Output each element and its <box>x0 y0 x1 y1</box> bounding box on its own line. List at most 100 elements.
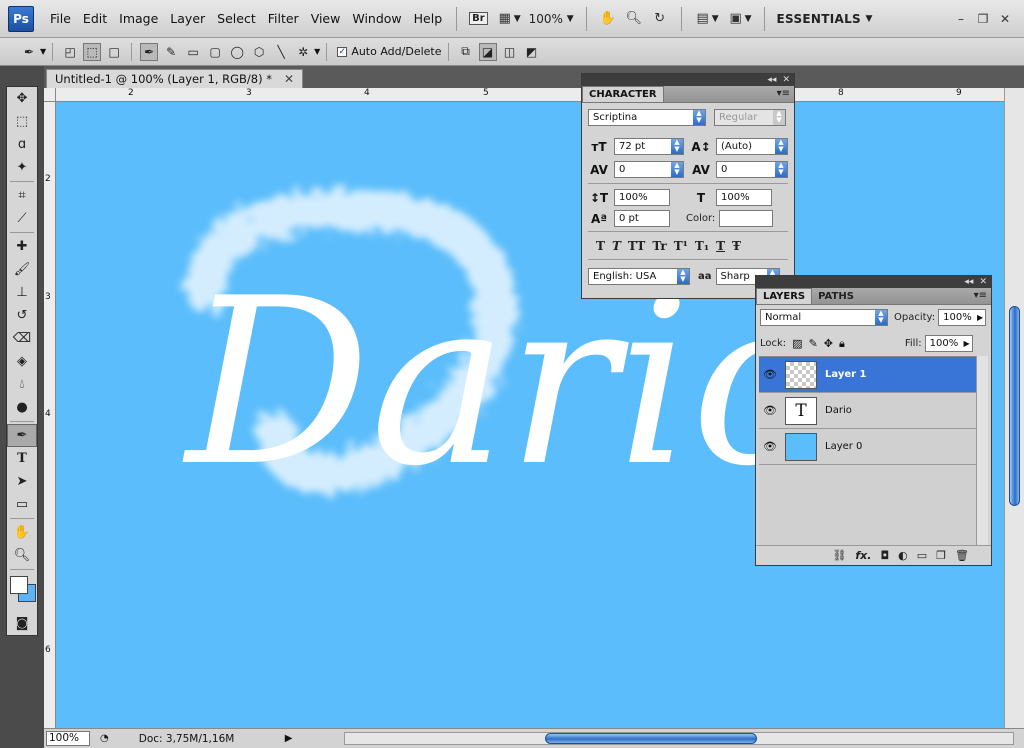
tab-layers[interactable]: LAYERS <box>756 288 813 304</box>
screen-mode-button[interactable]: ▣ ▼ <box>723 8 756 30</box>
path-selection-icon[interactable]: ➤ <box>7 470 37 493</box>
font-size-field[interactable]: 72 pt ▲ ▼ <box>614 138 684 155</box>
superscript-button[interactable]: T¹ <box>674 239 688 253</box>
eye-icon[interactable]: 👁︎ <box>759 440 781 453</box>
panel-menu-icon[interactable]: ▾≡ <box>974 290 987 301</box>
type-tool-icon[interactable]: T <box>7 447 37 470</box>
status-menu-arrow-icon[interactable]: ▶ <box>285 733 293 744</box>
history-brush-icon[interactable]: ↺ <box>7 304 37 327</box>
faux-italic-button[interactable]: T <box>612 239 621 253</box>
line-icon[interactable]: ╲ <box>272 43 290 61</box>
chevron-down-icon[interactable]: ▼ <box>314 47 320 56</box>
vertical-scroll-thumb[interactable] <box>1009 306 1020 506</box>
crop-tool-icon[interactable]: ⌗ <box>7 184 37 207</box>
layer-row-dario[interactable]: 👁︎ T Dario <box>759 393 978 429</box>
opacity-field[interactable]: 100% ▶ <box>938 309 987 326</box>
workspace-switcher[interactable]: ESSENTIALS ▼ <box>773 8 877 30</box>
faux-bold-button[interactable]: T <box>596 239 605 253</box>
eraser-icon[interactable]: ⌫ <box>7 327 37 350</box>
collapse-icon[interactable]: ◂◂ <box>767 75 776 85</box>
close-icon[interactable]: ✕ <box>979 277 987 287</box>
lasso-tool-icon[interactable]: ɑ <box>7 133 37 156</box>
clone-stamp-icon[interactable]: ⊥ <box>7 281 37 304</box>
intersect-path-icon[interactable]: ◫ <box>501 43 519 61</box>
foreground-color-swatch[interactable] <box>10 576 28 594</box>
dodge-tool-icon[interactable]: ● <box>7 396 37 419</box>
pen-tool-icon[interactable]: ✒ <box>7 424 37 447</box>
hand-tool-button[interactable]: ✋ <box>595 8 621 30</box>
new-group-folder-icon[interactable]: ▭ <box>917 549 927 562</box>
strikethrough-button[interactable]: Ŧ <box>732 239 741 253</box>
menu-filter[interactable]: Filter <box>262 11 305 26</box>
status-preview-icon[interactable]: ◔ <box>100 733 109 744</box>
restore-button[interactable]: ❐ <box>972 12 994 26</box>
rectangle-icon[interactable]: ▭ <box>184 43 202 61</box>
menu-window[interactable]: Window <box>346 11 407 26</box>
quick-mask-icon[interactable]: ◙ <box>7 612 37 635</box>
move-tool-icon[interactable]: ✥ <box>7 87 37 110</box>
close-window-button[interactable]: ✕ <box>994 12 1016 26</box>
close-icon[interactable]: ✕ <box>782 75 790 85</box>
subtract-path-icon[interactable]: ◪ <box>478 42 497 61</box>
menu-edit[interactable]: Edit <box>77 11 113 26</box>
bridge-button[interactable]: Br <box>465 8 492 30</box>
eyedropper-icon[interactable]: ⟋ <box>7 207 37 230</box>
link-layers-icon[interactable]: ⛓ <box>832 549 846 562</box>
view-extras-button[interactable]: ▦ ▼ <box>492 8 525 30</box>
add-to-path-icon[interactable]: ⧉ <box>457 43 475 61</box>
small-caps-button[interactable]: Tr <box>652 239 666 253</box>
adjustment-layer-icon[interactable]: ◐ <box>898 549 908 562</box>
tracking-field[interactable]: 0 ▲ ▼ <box>716 161 788 178</box>
ellipse-icon[interactable]: ◯ <box>228 43 246 61</box>
vertical-scale-field[interactable]: 100% <box>614 189 670 206</box>
paths-mode-icon[interactable]: ⬚ <box>83 42 102 61</box>
leading-field[interactable]: (Auto) ▲ ▼ <box>716 138 788 155</box>
rounded-rectangle-icon[interactable]: ▢ <box>206 43 224 61</box>
new-layer-icon[interactable]: ❐ <box>936 549 946 562</box>
lock-position-icon[interactable]: ✥ <box>824 337 833 350</box>
auto-add-delete-checkbox[interactable]: ✓ Auto Add/Delete <box>337 45 442 58</box>
chevron-down-icon[interactable]: ▼ <box>40 47 46 56</box>
ruler-origin[interactable] <box>44 88 56 102</box>
minimize-button[interactable]: – <box>950 12 972 26</box>
collapse-icon[interactable]: ◂◂ <box>964 277 973 287</box>
arrange-documents-button[interactable]: ▤ ▼ <box>690 8 723 30</box>
shape-layers-icon[interactable]: ◰ <box>61 43 79 61</box>
tab-character[interactable]: CHARACTER <box>582 86 664 102</box>
lock-all-icon[interactable]: 🔒︎ <box>839 337 845 351</box>
kerning-field[interactable]: 0 ▲ ▼ <box>614 161 684 178</box>
fx-icon[interactable]: fx. <box>855 549 871 562</box>
menu-image[interactable]: Image <box>113 11 164 26</box>
magic-wand-icon[interactable]: ✦ <box>7 156 37 179</box>
horizontal-scroll-thumb[interactable] <box>545 733 757 744</box>
layers-scrollbar[interactable] <box>976 356 988 546</box>
eye-icon[interactable]: 👁︎ <box>759 368 781 381</box>
menu-view[interactable]: View <box>305 11 347 26</box>
font-style-select[interactable]: Regular ▲ ▼ <box>714 109 786 126</box>
lock-transparency-icon[interactable]: ▨ <box>792 337 802 350</box>
slider-arrow-icon[interactable]: ▶ <box>963 336 969 351</box>
healing-brush-icon[interactable]: ✚ <box>7 235 37 258</box>
paint-bucket-icon[interactable]: ◈ <box>7 350 37 373</box>
vertical-scrollbar[interactable] <box>1004 88 1024 728</box>
panel-menu-icon[interactable]: ▾≡ <box>777 88 790 99</box>
add-mask-icon[interactable]: ◘ <box>880 549 889 562</box>
fill-field[interactable]: 100% ▶ <box>924 335 973 352</box>
all-caps-button[interactable]: TT <box>628 239 645 253</box>
tab-paths[interactable]: PATHS <box>812 288 860 304</box>
trash-icon[interactable]: 🗑︎ <box>955 549 969 562</box>
brush-tool-icon[interactable]: 🖌︎ <box>7 258 37 281</box>
slider-arrow-icon[interactable]: ▶ <box>977 310 983 325</box>
underline-button[interactable]: T <box>716 239 725 253</box>
pen-tool-preset-icon[interactable]: ✒ <box>20 43 38 61</box>
blend-mode-select[interactable]: Normal ▲ ▼ <box>760 309 888 326</box>
zoom-tool-button[interactable]: 🔍︎ <box>621 8 647 30</box>
layer-row-layer-0[interactable]: 👁︎ Layer 0 <box>759 429 978 465</box>
document-tab[interactable]: Untitled-1 @ 100% (Layer 1, RGB/8) * ✕ <box>46 69 304 88</box>
horizontal-scrollbar[interactable] <box>344 732 1014 745</box>
freeform-pen-icon[interactable]: ✎ <box>162 43 180 61</box>
menu-help[interactable]: Help <box>408 11 449 26</box>
rotate-view-button[interactable]: ↻ <box>647 8 673 30</box>
font-family-select[interactable]: Scriptina ▲ ▼ <box>588 109 706 126</box>
polygon-icon[interactable]: ⬡ <box>250 43 268 61</box>
